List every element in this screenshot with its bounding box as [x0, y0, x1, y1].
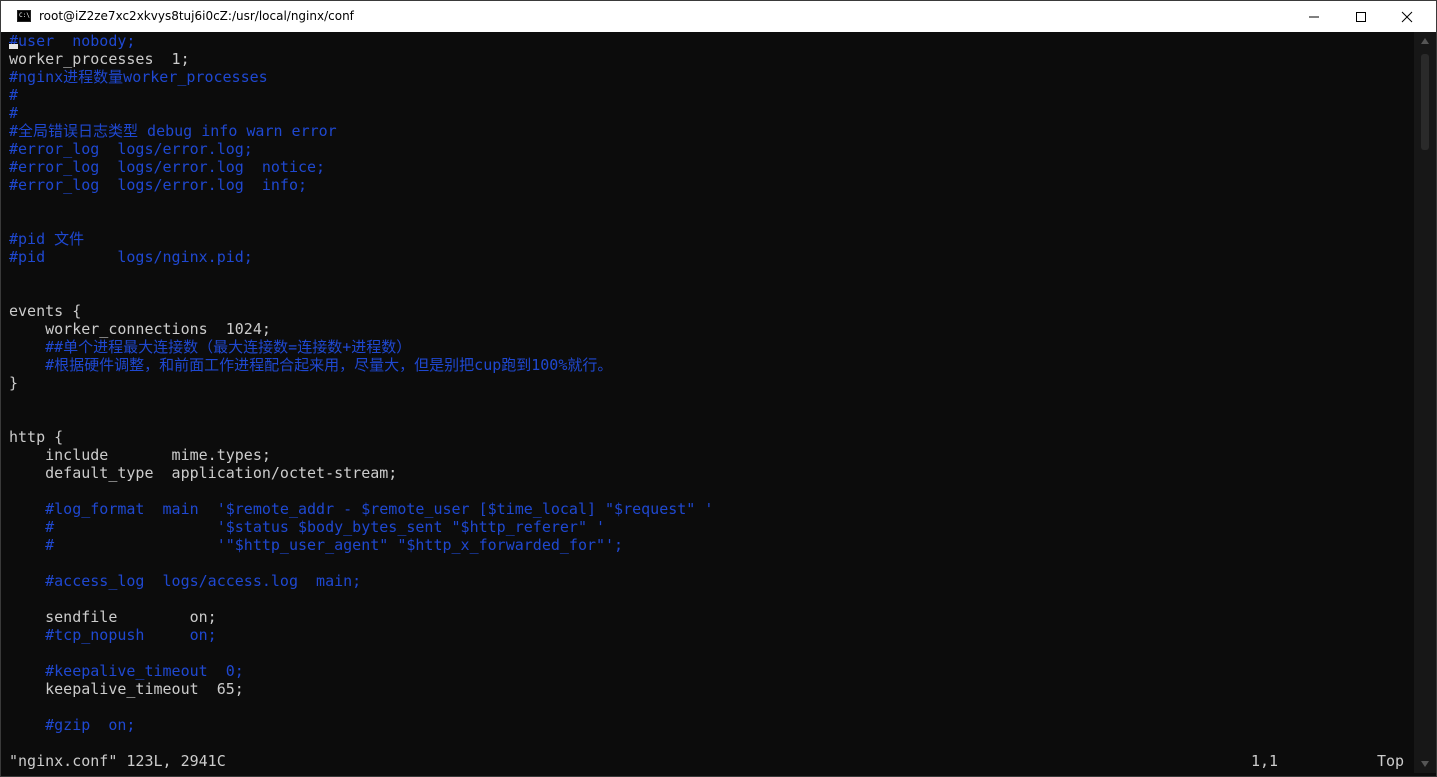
minimize-icon: [1309, 16, 1319, 18]
code-line: default_type application/octet-stream;: [9, 464, 398, 482]
code-line: #log_format main '$remote_addr - $remote…: [9, 500, 714, 518]
scrollbar-thumb[interactable]: [1421, 54, 1429, 150]
code-line: events {: [9, 302, 82, 320]
code-line: #pid 文件: [9, 230, 85, 248]
code-line: #pid logs/nginx.pid;: [9, 248, 253, 266]
code-line: #tcp_nopush on;: [9, 626, 217, 644]
close-icon: [1401, 11, 1413, 23]
maximize-button[interactable]: [1338, 1, 1384, 32]
text-cursor: [9, 44, 18, 49]
vim-status-line: "nginx.conf" 123L, 2941C 1,1 Top: [9, 752, 1413, 770]
code-line: # '"$http_user_agent" "$http_x_forwarded…: [9, 536, 624, 554]
code-line: sendfile on;: [9, 608, 217, 626]
editor-text-area[interactable]: #user nobody; worker_processes 1; #nginx进程…: [9, 32, 1413, 773]
arrow-down-icon: [1421, 761, 1429, 767]
code-line: include mime.types;: [9, 446, 271, 464]
code-line: #nginx进程数量worker_processes: [9, 68, 268, 86]
code-line: #error_log logs/error.log notice;: [9, 158, 326, 176]
file-info: "nginx.conf" 123L, 2941C: [9, 752, 226, 770]
scroll-up-button[interactable]: [1414, 32, 1436, 50]
arrow-up-icon: [1421, 38, 1429, 44]
code-line: #根据硬件调整，和前面工作进程配合起来用，尽量大，但是别把cup跑到100%就行…: [9, 356, 613, 374]
code-line: worker_processes 1;: [9, 50, 190, 68]
code-line: http {: [9, 428, 64, 446]
minimize-button[interactable]: [1291, 1, 1337, 32]
scroll-position: Top: [1377, 752, 1405, 770]
code-line: #gzip on;: [9, 716, 136, 734]
window-title: root@iZ2ze7xc2xkvys8tuj6i0cZ:/usr/local/…: [39, 9, 354, 23]
code-line: ##单个进程最大连接数（最大连接数=连接数+进程数）: [9, 338, 412, 356]
code-line: keepalive_timeout 65;: [9, 680, 244, 698]
code-line: #user nobody;: [9, 32, 136, 50]
code-line: # '$status $body_bytes_sent "$http_refer…: [9, 518, 606, 536]
code-line: #access_log logs/access.log main;: [9, 572, 362, 590]
scroll-down-button[interactable]: [1414, 755, 1436, 773]
code-line: worker_connections 1024;: [9, 320, 271, 338]
code-line: #error_log logs/error.log info;: [9, 176, 308, 194]
title-bar[interactable]: root@iZ2ze7xc2xkvys8tuj6i0cZ:/usr/local/…: [1, 1, 1436, 32]
vertical-scrollbar[interactable]: [1414, 32, 1436, 773]
code-line: #error_log logs/error.log;: [9, 140, 253, 158]
console-icon: [17, 10, 31, 22]
code-line: #: [9, 104, 19, 122]
code-line: #: [9, 86, 19, 104]
code-line: #全局错误日志类型 debug info warn error: [9, 122, 337, 140]
maximize-icon: [1356, 12, 1366, 22]
close-button[interactable]: [1384, 1, 1430, 32]
code-line: #keepalive_timeout 0;: [9, 662, 244, 680]
cursor-position: 1,1: [1251, 752, 1279, 770]
code-line: }: [9, 374, 19, 392]
terminal-window: root@iZ2ze7xc2xkvys8tuj6i0cZ:/usr/local/…: [0, 0, 1437, 777]
